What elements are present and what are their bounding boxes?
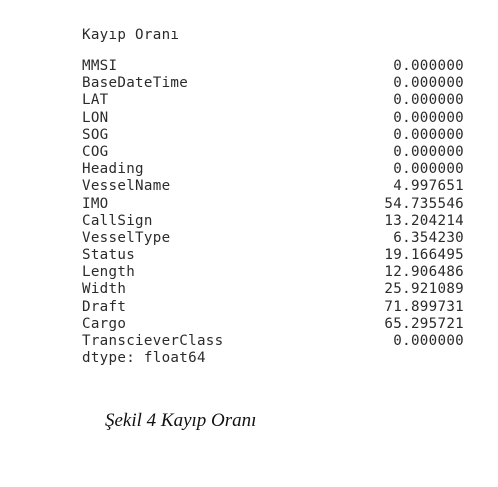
output-heading: Kayıp Oranı — [82, 27, 180, 43]
missing-rate-value: 0.000000 — [393, 126, 464, 143]
missing-rate-value: 0.000000 — [393, 58, 464, 74]
column-name: BaseDateTime — [82, 75, 189, 92]
column-name: VesselType — [82, 229, 171, 246]
list-item: MMSI 0.000000 — [82, 58, 474, 75]
missing-rate-value: 0.000000 — [393, 92, 464, 109]
list-item: VesselName 4.997651 — [82, 178, 474, 195]
code-output-block: Kayıp Oranı MMSI 0.000000 BaseDateTime 0.00… — [82, 26, 474, 367]
column-name: Draft — [82, 298, 127, 315]
missing-rate-value: 71.899731 — [384, 298, 464, 315]
list-item: Heading 0.000000 — [82, 161, 474, 178]
list-item: Cargo 65.295721 — [82, 316, 474, 333]
list-item: VesselType 6.354230 — [82, 230, 474, 247]
missing-rate-value: 25.921089 — [384, 281, 464, 298]
column-name: MMSI — [82, 58, 118, 74]
column-name: Cargo — [82, 315, 127, 332]
column-name: VesselName — [82, 178, 171, 195]
column-name: Length — [82, 264, 136, 281]
missing-rate-value: 4.997651 — [393, 178, 464, 195]
list-item: TranscieverClass 0.000000 — [82, 333, 474, 350]
list-item: LAT 0.000000 — [82, 92, 474, 109]
missing-rate-value: 19.166495 — [384, 247, 464, 264]
missing-rate-value: 0.000000 — [393, 161, 464, 178]
list-item: SOG 0.000000 — [82, 127, 474, 144]
column-name: LON — [82, 109, 109, 126]
missing-rate-value: 65.295721 — [384, 315, 464, 332]
missing-rate-value: 0.000000 — [393, 109, 464, 126]
column-name: TranscieverClass — [82, 333, 224, 349]
list-item: CallSign 13.204214 — [82, 213, 474, 230]
missing-rate-list: MMSI 0.000000 BaseDateTime 0.000000 LAT 0.000… — [82, 58, 474, 350]
figure-caption: Şekil 4 Kayıp Oranı — [105, 410, 257, 431]
list-item: LON 0.000000 — [82, 110, 474, 127]
missing-rate-value: 13.204214 — [384, 212, 464, 229]
list-item: BaseDateTime 0.000000 — [82, 75, 474, 92]
missing-rate-value: 0.000000 — [393, 333, 464, 349]
list-item: Width 25.921089 — [82, 281, 474, 298]
column-name: COG — [82, 143, 109, 160]
column-name: Heading — [82, 161, 144, 178]
column-name: Width — [82, 281, 127, 298]
list-item: COG 0.000000 — [82, 144, 474, 161]
column-name: LAT — [82, 92, 109, 109]
column-name: SOG — [82, 126, 109, 143]
dtype-line: dtype: float64 — [82, 350, 206, 367]
list-item: Draft 71.899731 — [82, 299, 474, 316]
column-name: Status — [82, 247, 136, 264]
missing-rate-value: 6.354230 — [393, 229, 464, 246]
missing-rate-value: 12.906486 — [384, 264, 464, 281]
missing-rate-value: 0.000000 — [393, 143, 464, 160]
column-name: CallSign — [82, 212, 153, 229]
list-item: IMO 54.735546 — [82, 196, 474, 213]
list-item: Length 12.906486 — [82, 264, 474, 281]
column-name: IMO — [82, 195, 109, 212]
list-item: Status 19.166495 — [82, 247, 474, 264]
missing-rate-value: 0.000000 — [393, 75, 464, 92]
missing-rate-value: 54.735546 — [384, 195, 464, 212]
